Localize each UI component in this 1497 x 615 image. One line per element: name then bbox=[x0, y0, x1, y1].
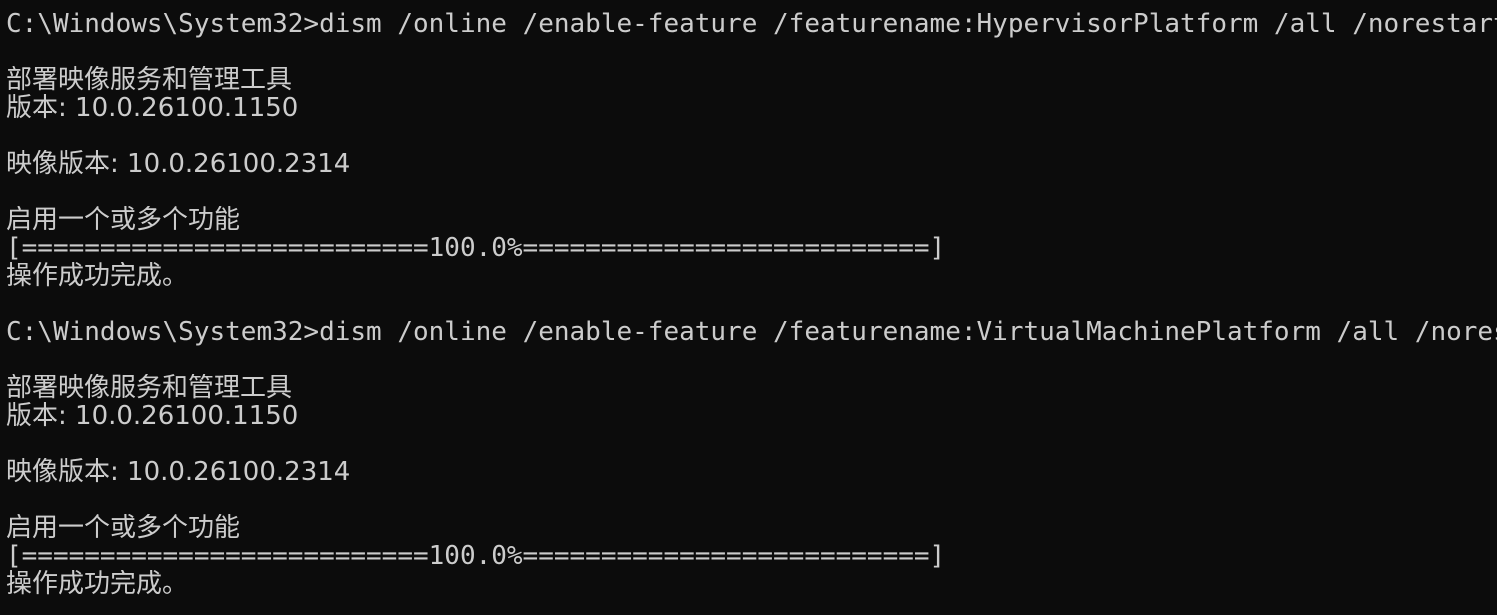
tool-title: 部署映像服务和管理工具 bbox=[6, 374, 293, 402]
command-line: C:\Windows\System32>dism /online /enable… bbox=[6, 318, 1497, 346]
command-line: C:\Windows\System32>dism /online /enable… bbox=[6, 10, 1497, 38]
image-version-line: 映像版本: 10.0.26100.2314 bbox=[6, 458, 351, 486]
version-line: 版本: 10.0.26100.1150 bbox=[6, 402, 299, 430]
command-text: dism /online /enable-feature /featurenam… bbox=[319, 10, 1497, 38]
enabling-line: 启用一个或多个功能 bbox=[6, 514, 241, 542]
version-line: 版本: 10.0.26100.1150 bbox=[6, 94, 299, 122]
command-text: dism /online /enable-feature /featurenam… bbox=[319, 318, 1497, 346]
enabling-line: 启用一个或多个功能 bbox=[6, 206, 241, 234]
progress-bar: [==========================100.0%=======… bbox=[6, 542, 946, 570]
tool-title: 部署映像服务和管理工具 bbox=[6, 66, 293, 94]
prompt: C:\Windows\System32> bbox=[6, 318, 320, 346]
prompt: C:\Windows\System32> bbox=[6, 10, 320, 38]
result-line: 操作成功完成。 bbox=[6, 262, 189, 290]
image-version-line: 映像版本: 10.0.26100.2314 bbox=[6, 150, 351, 178]
result-line: 操作成功完成。 bbox=[6, 570, 189, 598]
progress-bar: [==========================100.0%=======… bbox=[6, 234, 946, 262]
console-window[interactable]: C:\Windows\System32>dism /online /enable… bbox=[0, 0, 1497, 615]
